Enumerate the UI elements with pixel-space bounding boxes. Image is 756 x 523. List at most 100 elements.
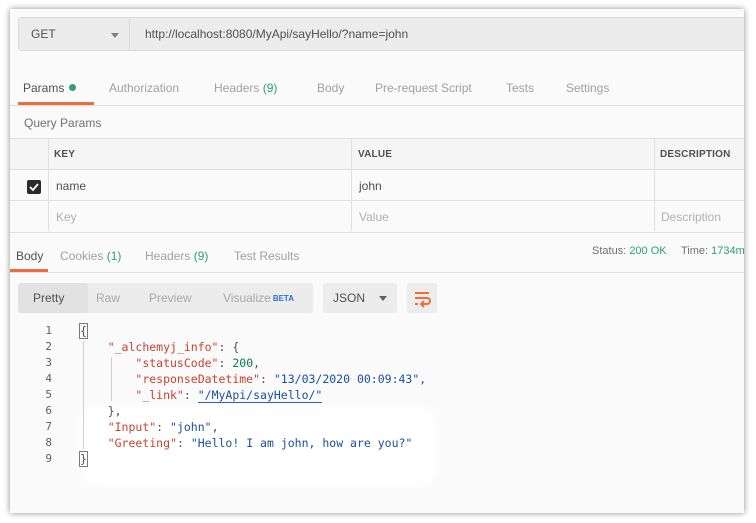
pretty-label: Pretty bbox=[33, 291, 65, 305]
line-number: 3 bbox=[45, 356, 52, 369]
format-dropdown[interactable]: JSON bbox=[323, 283, 397, 313]
tab-pre-request-script[interactable]: Pre-request Script bbox=[375, 81, 472, 95]
status-label: Status: bbox=[592, 245, 627, 257]
line-number: 4 bbox=[45, 372, 52, 385]
table-row: name john bbox=[10, 169, 744, 201]
active-response-tab-underline bbox=[10, 269, 48, 272]
query-params-title: Query Params bbox=[24, 116, 102, 130]
active-tab-underline bbox=[18, 102, 94, 105]
view-mode-group: Pretty Raw Preview Visualize BETA bbox=[18, 283, 313, 313]
code-line-5: "_link": "/MyApi/sayHello/" bbox=[135, 388, 323, 403]
line-number: 8 bbox=[45, 436, 52, 449]
column-divider bbox=[654, 138, 655, 231]
param-key-field[interactable]: name bbox=[50, 170, 350, 201]
time-indicator: Time: 1734ms bbox=[681, 245, 744, 257]
tab-authorization-label: Authorization bbox=[109, 81, 180, 95]
format-label: JSON bbox=[333, 291, 366, 305]
json-key: "Input" bbox=[107, 420, 157, 434]
method-label: GET bbox=[31, 27, 56, 41]
open-brace: { bbox=[79, 323, 88, 339]
chevron-down-icon bbox=[111, 33, 119, 38]
tab-tests-label: Tests bbox=[506, 81, 535, 95]
response-tab-headers-label: Headers bbox=[145, 249, 191, 263]
response-tab-test-results[interactable]: Test Results bbox=[234, 249, 299, 263]
preview-button[interactable]: Preview bbox=[139, 283, 202, 313]
wrap-lines-icon bbox=[415, 292, 431, 308]
response-tab-cookies-label: Cookies bbox=[60, 249, 104, 263]
cookies-count: (1) bbox=[106, 249, 122, 263]
response-tab-headers[interactable]: Headers (9) bbox=[145, 249, 208, 263]
url-text: http://localhost:8080/MyApi/sayHello/?na… bbox=[145, 27, 409, 41]
line-number: 9 bbox=[45, 452, 52, 465]
time-value: 1734ms bbox=[711, 245, 744, 257]
preview-label: Preview bbox=[149, 291, 192, 305]
time-label: Time: bbox=[681, 245, 709, 257]
code-line-4: "responseDatetime": "13/03/2020 00:09:43… bbox=[135, 372, 427, 386]
json-key: "_link" bbox=[135, 388, 184, 402]
json-key: "Greeting" bbox=[107, 436, 177, 450]
wrap-lines-button[interactable] bbox=[407, 283, 437, 313]
json-string: "Hello! I am john, how are you?" bbox=[190, 436, 413, 450]
param-value-field[interactable]: john bbox=[353, 170, 653, 201]
method-dropdown[interactable]: GET bbox=[18, 17, 130, 51]
tab-body[interactable]: Body bbox=[317, 81, 344, 95]
pretty-button[interactable]: Pretty bbox=[18, 283, 88, 313]
status-value: 200 OK bbox=[629, 245, 667, 257]
tab-params[interactable]: Params bbox=[23, 81, 77, 95]
tab-settings[interactable]: Settings bbox=[566, 81, 609, 95]
new-description-input[interactable]: Description bbox=[655, 201, 744, 232]
code-line-8: "Greeting": "Hello! I am john, how are y… bbox=[107, 436, 413, 450]
response-headers-count: (9) bbox=[193, 249, 209, 263]
response-tab-body[interactable]: Body bbox=[16, 249, 43, 263]
tab-headers-count: (9) bbox=[262, 81, 278, 95]
description-column-header: DESCRIPTION bbox=[660, 149, 731, 160]
response-tab-test-results-label: Test Results bbox=[234, 249, 300, 263]
tab-authorization[interactable]: Authorization bbox=[109, 81, 179, 95]
line-number: 6 bbox=[45, 404, 52, 417]
table-row-empty: Key Value Description bbox=[10, 200, 744, 233]
postman-window: GET http://localhost:8080/MyApi/sayHello… bbox=[10, 9, 744, 513]
param-enabled-checkbox[interactable] bbox=[27, 180, 41, 194]
json-link[interactable]: "/MyApi/sayHello/" bbox=[197, 388, 323, 403]
tab-headers[interactable]: Headers (9) bbox=[214, 81, 277, 95]
visualize-button[interactable]: Visualize BETA bbox=[213, 283, 304, 313]
url-input[interactable]: http://localhost:8080/MyApi/sayHello/?na… bbox=[130, 17, 744, 51]
json-string: "13/03/2020 00:09:43" bbox=[273, 372, 420, 386]
code-line-3: "statusCode": 200, bbox=[135, 356, 261, 370]
code-line-7: "Input": "john", bbox=[107, 420, 219, 434]
line-number: 7 bbox=[45, 420, 52, 433]
code-line-6: }, bbox=[80, 404, 122, 418]
tab-headers-label: Headers bbox=[214, 81, 260, 95]
params-header-row: KEY VALUE DESCRIPTION bbox=[10, 138, 744, 170]
response-tab-cookies[interactable]: Cookies (1) bbox=[60, 249, 121, 263]
response-body-code: 1 2 3 4 5 6 7 8 9 { "_alchemyj_info": { … bbox=[10, 323, 744, 483]
tab-tests[interactable]: Tests bbox=[506, 81, 534, 95]
chevron-down-icon bbox=[379, 296, 387, 301]
line-number: 2 bbox=[45, 340, 52, 353]
value-column-header: VALUE bbox=[358, 149, 393, 160]
param-description-field[interactable] bbox=[655, 170, 744, 201]
json-key: "_alchemyj_info" bbox=[107, 340, 219, 354]
params-active-dot-icon bbox=[69, 84, 77, 91]
check-icon bbox=[29, 183, 39, 192]
column-divider bbox=[351, 138, 352, 231]
column-divider bbox=[48, 138, 49, 231]
json-string: "john" bbox=[170, 420, 212, 434]
json-key: "responseDatetime" bbox=[135, 372, 261, 386]
new-key-input[interactable]: Key bbox=[50, 201, 350, 232]
tab-pre-request-label: Pre-request Script bbox=[375, 81, 472, 95]
raw-button[interactable]: Raw bbox=[86, 283, 130, 313]
close-brace: } bbox=[79, 451, 88, 467]
status-indicator: Status: 200 OK bbox=[592, 245, 667, 257]
tab-body-label: Body bbox=[317, 81, 345, 95]
code-line-2: "_alchemyj_info": { bbox=[107, 340, 240, 354]
line-number: 5 bbox=[45, 388, 52, 401]
response-tab-body-label: Body bbox=[16, 249, 44, 263]
tab-settings-label: Settings bbox=[566, 81, 610, 95]
beta-badge: BETA bbox=[272, 293, 294, 303]
line-number: 1 bbox=[45, 324, 52, 337]
new-value-input[interactable]: Value bbox=[353, 201, 653, 232]
raw-label: Raw bbox=[96, 291, 121, 305]
json-number: 200 bbox=[232, 356, 254, 370]
key-column-header: KEY bbox=[54, 149, 76, 160]
